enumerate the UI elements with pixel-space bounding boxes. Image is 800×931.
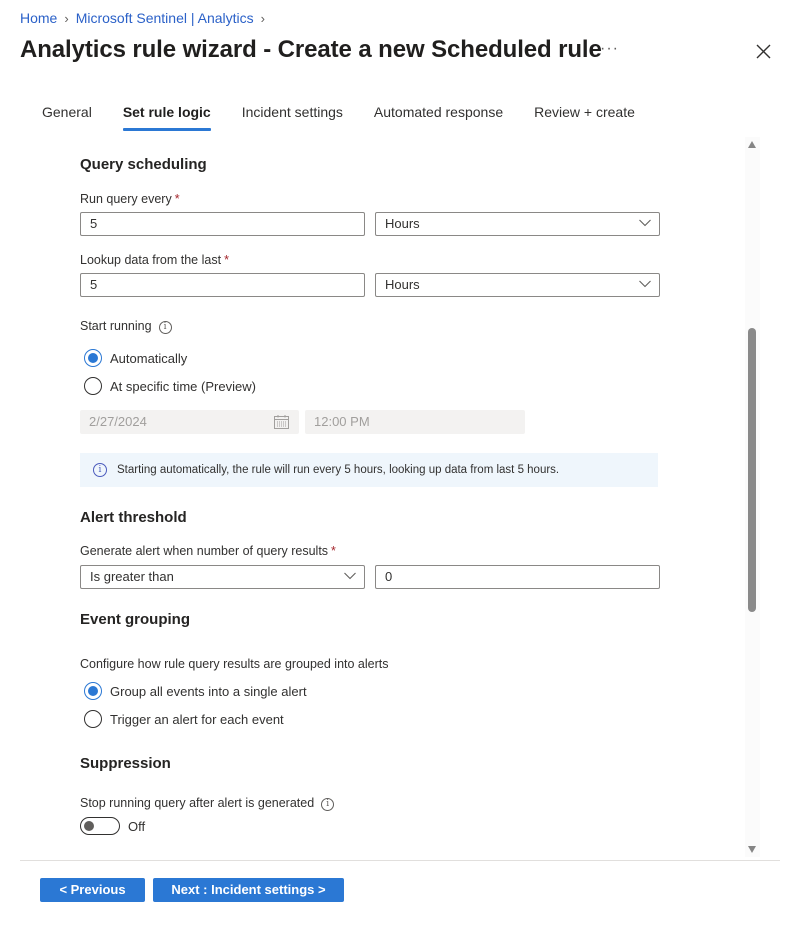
lookup-data-label: Lookup data from the last * xyxy=(80,253,229,267)
start-time-field: 12:00 PM xyxy=(305,410,525,434)
tab-set-rule-logic[interactable]: Set rule logic xyxy=(122,104,211,131)
start-running-label: Start running i xyxy=(80,319,172,334)
required-marker: * xyxy=(331,544,336,558)
info-icon[interactable]: i xyxy=(321,798,335,811)
alert-threshold-label: Generate alert when number of query resu… xyxy=(80,544,336,558)
chevron-right-icon: › xyxy=(260,10,265,26)
previous-button[interactable]: < Previous xyxy=(40,878,145,902)
scroll-down-arrow-icon[interactable] xyxy=(748,846,756,853)
alert-threshold-label-text: Generate alert when number of query resu… xyxy=(80,544,329,558)
close-icon[interactable] xyxy=(754,42,774,62)
info-icon[interactable]: i xyxy=(158,321,172,334)
calendar-icon xyxy=(274,415,289,429)
lookup-data-input[interactable]: 5 xyxy=(80,273,365,297)
radio-specific-time[interactable]: At specific time (Preview) xyxy=(84,377,256,395)
run-query-every-label-text: Run query every xyxy=(80,192,172,206)
alert-threshold-heading: Alert threshold xyxy=(80,509,187,526)
tab-automated-response[interactable]: Automated response xyxy=(374,104,503,129)
radio-specific-time-label: At specific time (Preview) xyxy=(110,378,256,394)
threshold-operator-select[interactable]: Is greater than xyxy=(80,565,365,589)
tab-review-create[interactable]: Review + create xyxy=(534,104,635,129)
scrollbar-thumb[interactable] xyxy=(748,328,756,612)
schedule-info-banner: i Starting automatically, the rule will … xyxy=(80,453,658,487)
more-options-icon[interactable]: ··· xyxy=(600,40,619,58)
radio-alert-per-event-label: Trigger an alert for each event xyxy=(110,711,284,727)
chevron-down-icon xyxy=(639,280,651,288)
run-query-every-unit-value: Hours xyxy=(385,216,420,231)
suppression-toggle[interactable] xyxy=(80,817,120,835)
run-query-every-unit-select[interactable]: Hours xyxy=(375,212,660,236)
radio-unselected-icon[interactable] xyxy=(84,710,102,728)
event-grouping-heading: Event grouping xyxy=(80,611,190,628)
radio-unselected-icon[interactable] xyxy=(84,377,102,395)
page-title: Analytics rule wizard - Create a new Sch… xyxy=(20,36,602,63)
chevron-down-icon xyxy=(639,219,651,227)
suppression-label-text: Stop running query after alert is genera… xyxy=(80,796,315,810)
footer-divider xyxy=(20,860,780,861)
lookup-data-unit-select[interactable]: Hours xyxy=(375,273,660,297)
wizard-tabs: General Set rule logic Incident settings… xyxy=(42,104,666,131)
radio-automatically-label: Automatically xyxy=(110,350,188,366)
lookup-data-unit-value: Hours xyxy=(385,277,420,292)
start-date-value: 2/27/2024 xyxy=(89,414,147,429)
query-scheduling-heading: Query scheduling xyxy=(80,156,207,173)
breadcrumb-sentinel-analytics[interactable]: Microsoft Sentinel | Analytics xyxy=(76,10,254,26)
schedule-info-text: Starting automatically, the rule will ru… xyxy=(117,464,560,476)
run-query-every-label: Run query every * xyxy=(80,192,180,206)
required-marker: * xyxy=(224,253,229,267)
chevron-down-icon xyxy=(344,572,356,580)
breadcrumb-home[interactable]: Home xyxy=(20,10,57,26)
radio-automatically[interactable]: Automatically xyxy=(84,349,187,367)
run-query-every-input[interactable]: 5 xyxy=(80,212,365,236)
lookup-data-label-text: Lookup data from the last xyxy=(80,253,222,267)
start-running-label-text: Start running xyxy=(80,319,152,333)
required-marker: * xyxy=(174,192,180,206)
breadcrumb: Home › Microsoft Sentinel | Analytics › xyxy=(20,10,272,26)
suppression-heading: Suppression xyxy=(80,755,171,772)
radio-selected-icon[interactable] xyxy=(84,682,102,700)
radio-group-single-alert[interactable]: Group all events into a single alert xyxy=(84,682,307,700)
info-icon: i xyxy=(93,463,107,477)
chevron-right-icon: › xyxy=(64,10,69,26)
vertical-scrollbar[interactable] xyxy=(745,137,760,857)
next-incident-settings-button[interactable]: Next : Incident settings > xyxy=(153,878,344,902)
radio-alert-per-event[interactable]: Trigger an alert for each event xyxy=(84,710,284,728)
scroll-up-arrow-icon[interactable] xyxy=(748,141,756,148)
tab-general[interactable]: General xyxy=(42,104,92,129)
radio-group-single-alert-label: Group all events into a single alert xyxy=(110,683,307,699)
event-grouping-description: Configure how rule query results are gro… xyxy=(80,657,389,671)
tab-incident-settings[interactable]: Incident settings xyxy=(242,104,343,129)
radio-selected-icon[interactable] xyxy=(84,349,102,367)
suppression-toggle-row: Off xyxy=(80,817,145,835)
threshold-operator-value: Is greater than xyxy=(90,569,174,584)
suppression-label: Stop running query after alert is genera… xyxy=(80,796,335,811)
suppression-toggle-state: Off xyxy=(128,818,146,834)
start-date-picker: 2/27/2024 xyxy=(80,410,299,434)
threshold-value-input[interactable]: 0 xyxy=(375,565,660,589)
